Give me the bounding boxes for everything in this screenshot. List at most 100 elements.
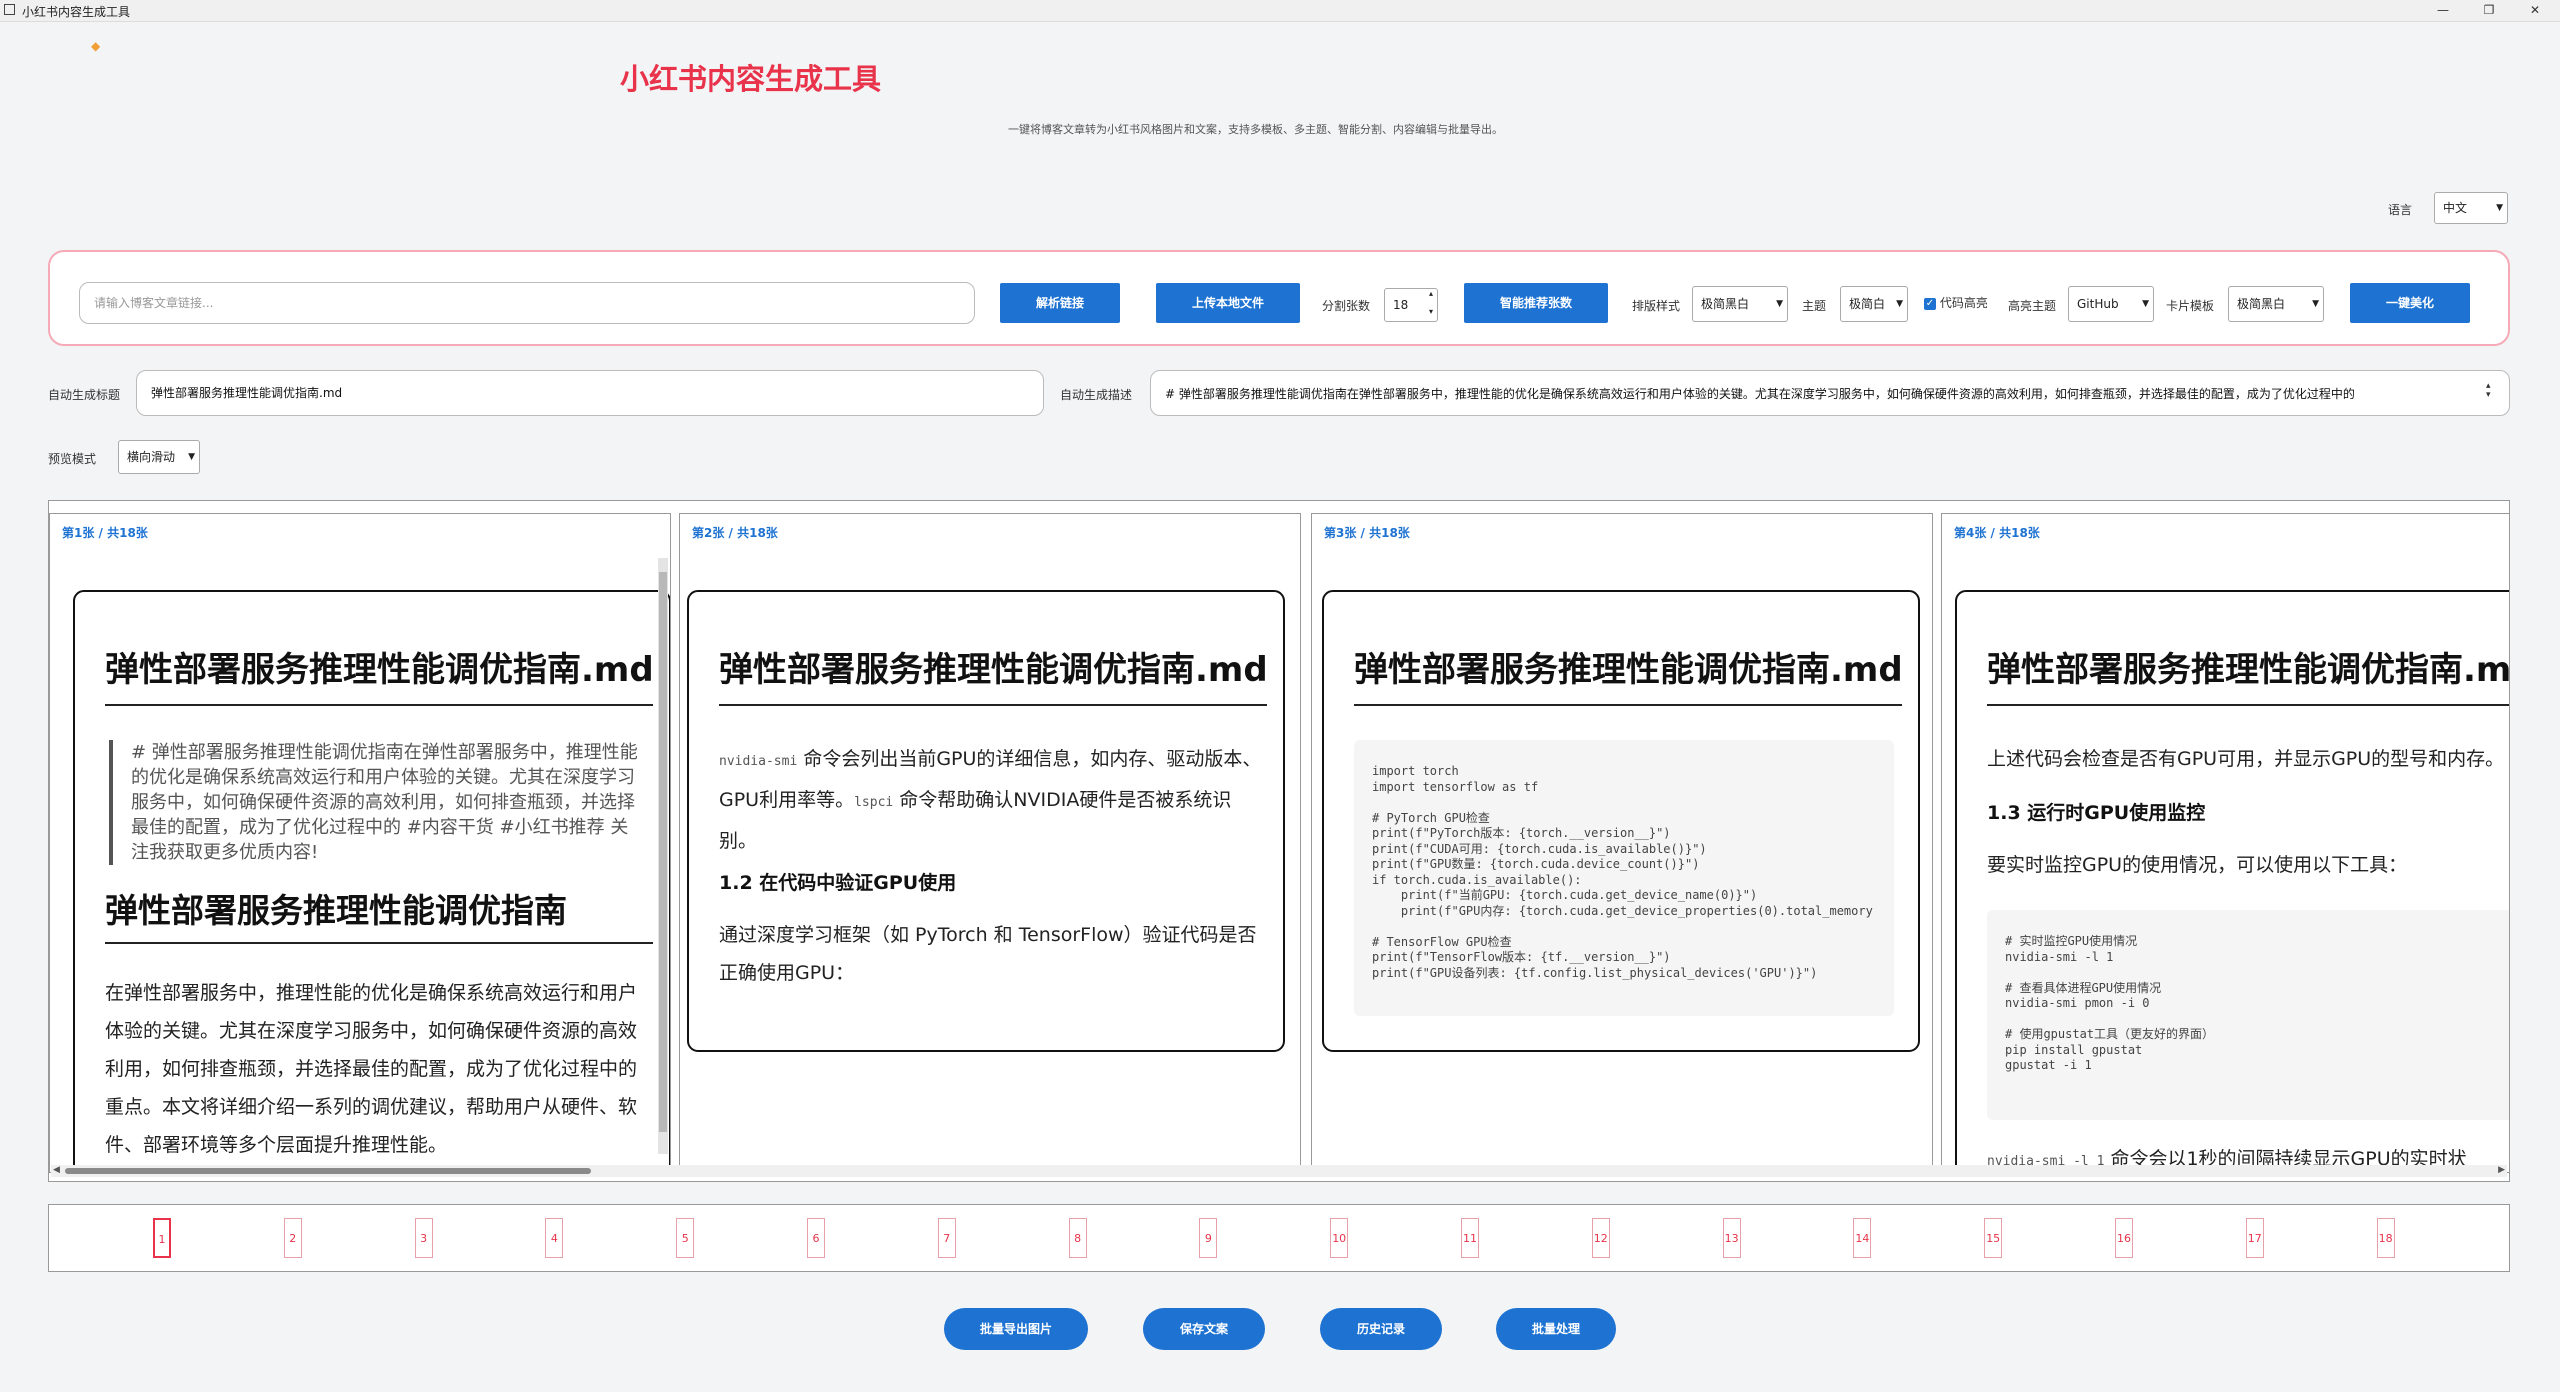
page-thumbnail[interactable]: 15 [1984,1218,2003,1258]
chevron-down-icon: ▼ [2496,203,2503,213]
page-thumbnail[interactable]: 11 [1461,1218,1479,1258]
preview-area[interactable]: 第1张 / 共18张 弹性部署服务推理性能调优指南.md # 弹性部署服务推理性… [48,500,2510,1182]
page-thumbnail[interactable]: 8 [1068,1218,1087,1258]
chevron-down-icon: ▼ [1776,299,1783,309]
scrollbar-thumb[interactable] [659,572,667,1132]
beautify-button[interactable]: 一键美化 [2350,283,2470,323]
highlight-theme-value: GitHub [2077,297,2119,311]
card-title: 弹性部署服务推理性能调优指南.md [1987,650,2510,690]
preview-column-1: 第1张 / 共18张 弹性部署服务推理性能调优指南.md # 弹性部署服务推理性… [49,513,671,1173]
page-thumbnail[interactable]: 17 [2245,1218,2264,1258]
split-count-stepper[interactable]: 18 ▴ ▾ [1384,288,1438,322]
card-paragraph: nvidia-smi 命令会列出当前GPU的详细信息，如内存、驱动版本、GPU利… [719,740,1267,860]
chevron-down-icon: ▼ [1896,299,1903,309]
page-subtitle: 一键将博客文章转为小红书风格图片和文案，支持多模板、多主题、智能分割、内容编辑与… [1008,123,1503,136]
card-paragraph: 在弹性部署服务中，推理性能的优化是确保系统高效运行和用户体验的关键。尤其在深度学… [105,982,638,1156]
history-button[interactable]: 历史记录 [1320,1308,1442,1350]
card-quote: # 弹性部署服务推理性能调优指南在弹性部署服务中，推理性能的优化是确保系统高效运… [109,740,641,865]
preview-card[interactable]: 弹性部署服务推理性能调优指南.md nvidia-smi 命令会列出当前GPU的… [687,590,1285,1052]
page-thumbnail-bar: 1 2 3 4 5 6 7 8 9 10 11 12 13 14 15 16 17 18 [48,1204,2510,1272]
card-subheading: 1.2 在代码中验证GPU使用 [719,872,957,894]
page-thumbnail[interactable]: 12 [1591,1218,1610,1258]
page-thumbnail[interactable]: 3 [414,1218,433,1258]
auto-desc-text: # 弹性部署服务推理性能调优指南在弹性部署服务中，推理性能的优化是确保系统高效运… [1165,387,2355,401]
page-thumbnail[interactable]: 4 [545,1218,564,1258]
page-thumbnail[interactable]: 9 [1199,1218,1218,1258]
auto-title-input[interactable]: 弹性部署服务推理性能调优指南.md [136,370,1044,416]
checkbox-checked-icon[interactable]: ✓ [1924,297,1936,310]
code-highlight-toggle[interactable]: ✓ 代码高亮 [1924,294,1988,311]
preview-column-2: 第2张 / 共18张 弹性部署服务推理性能调优指南.md nvidia-smi … [679,513,1301,1173]
inline-code: nvidia-smi [719,754,798,769]
preview-card[interactable]: 弹性部署服务推理性能调优指南.md # 弹性部署服务推理性能调优指南在弹性部署服… [73,590,670,1172]
preview-card[interactable]: 弹性部署服务推理性能调优指南.md import torch import te… [1322,590,1920,1052]
layout-style-label: 排版样式 [1632,299,1681,313]
card-paragraph: 通过深度学习框架（如 PyTorch 和 TensorFlow）验证代码是否正确… [719,924,1257,984]
page-thumbnail[interactable]: 14 [1853,1218,1872,1258]
page-thumbnail[interactable]: 13 [1722,1218,1741,1258]
upload-file-button[interactable]: 上传本地文件 [1156,283,1300,323]
page-thumbnail[interactable]: 5 [676,1218,695,1258]
recommend-count-button[interactable]: 智能推荐张数 [1464,283,1608,323]
chevron-down-icon: ▼ [2312,299,2319,309]
theme-select[interactable]: 极简白 ▼ [1840,286,1908,322]
card-title: 弹性部署服务推理性能调优指南.md [105,650,654,690]
window-titlebar: 小红书内容生成工具 — ❐ ✕ [0,0,2560,22]
card-template-select[interactable]: 极简黑白 ▼ [2228,286,2324,322]
language-select[interactable]: 中文 ▼ [2434,192,2508,224]
page-title: 小红书内容生成工具 [620,62,882,96]
save-copy-button[interactable]: 保存文案 [1143,1308,1265,1350]
card-title: 弹性部署服务推理性能调优指南.md [1354,650,1903,690]
textarea-scroll-arrows-icon[interactable]: ▴ ▾ [2486,382,2491,400]
chevron-down-icon: ▼ [2142,299,2149,309]
page-thumbnail[interactable]: 1 [153,1218,171,1258]
stepper-arrows-icon[interactable]: ▴ ▾ [1429,285,1433,321]
title-divider [1987,704,2509,706]
close-icon[interactable]: ✕ [2512,0,2558,21]
highlight-theme-select[interactable]: GitHub ▼ [2068,286,2154,322]
card-index-label: 第3张 / 共18张 [1324,526,1410,540]
window-title: 小红书内容生成工具 [22,5,131,19]
minimize-icon[interactable]: — [2420,0,2466,21]
preview-mode-select[interactable]: 横向滑动 ▼ [118,440,200,474]
scrollbar-thumb[interactable] [65,1168,591,1174]
card-template-label: 卡片模板 [2166,299,2215,313]
scroll-left-icon[interactable]: ◀ [53,1165,60,1175]
theme-value: 极简白 [1849,297,1886,311]
page-thumbnail[interactable]: 18 [2376,1218,2395,1258]
url-input[interactable]: 请输入博客文章链接... [79,282,975,324]
title-divider [1354,704,1902,706]
preview-card[interactable]: 弹性部署服务推理性能调优指南.md 上述代码会检查是否有GPU可用，并显示GPU… [1955,590,2510,1172]
page-thumbnail[interactable]: 2 [283,1218,302,1258]
page-thumbnail[interactable]: 10 [1330,1218,1349,1258]
page-thumbnail[interactable]: 6 [807,1218,825,1258]
auto-desc-label: 自动生成描述 [1060,388,1133,402]
batch-export-button[interactable]: 批量导出图片 [944,1308,1088,1350]
card-heading: 弹性部署服务推理性能调优指南 [105,891,567,930]
parse-link-button[interactable]: 解析链接 [1000,283,1120,323]
layout-style-value: 极简黑白 [1701,297,1750,311]
scroll-right-icon[interactable]: ▶ [2498,1165,2505,1175]
preview-column-3: 第3张 / 共18张 弹性部署服务推理性能调优指南.md import torc… [1311,513,1933,1173]
card-index-label: 第1张 / 共18张 [62,526,148,540]
batch-process-button[interactable]: 批量处理 [1496,1308,1616,1350]
card-paragraph: 要实时监控GPU的使用情况，可以使用以下工具： [1987,854,2408,876]
card-subheading: 1.3 运行时GPU使用监控 [1987,802,2206,824]
restore-icon[interactable]: ❐ [2466,0,2512,21]
preview-mode-value: 横向滑动 [127,450,176,464]
preview-mode-label: 预览模式 [48,452,97,466]
auto-desc-textarea[interactable]: # 弹性部署服务推理性能调优指南在弹性部署服务中，推理性能的优化是确保系统高效运… [1150,370,2510,416]
highlight-theme-label: 高亮主题 [2008,299,2057,313]
page-thumbnail[interactable]: 7 [937,1218,956,1258]
vertical-scrollbar[interactable] [658,558,668,1154]
chevron-down-icon: ▼ [188,452,195,462]
auto-title-label: 自动生成标题 [48,388,121,402]
input-toolbar-panel: 请输入博客文章链接... 解析链接 上传本地文件 分割张数 18 ▴ ▾ 智能推荐张… [48,250,2510,346]
split-count-value: 18 [1393,298,1409,312]
layout-style-select[interactable]: 极简黑白 ▼ [1692,286,1788,322]
code-block: # 实时监控GPU使用情况 nvidia-smi -l 1 # 查看具体进程GP… [1987,910,2509,1120]
horizontal-scrollbar[interactable]: ◀ ▶ [51,1165,2507,1177]
page-thumbnail[interactable]: 16 [2115,1218,2133,1258]
title-divider [719,704,1267,706]
code-block: import torch import tensorflow as tf # P… [1354,740,1894,1016]
